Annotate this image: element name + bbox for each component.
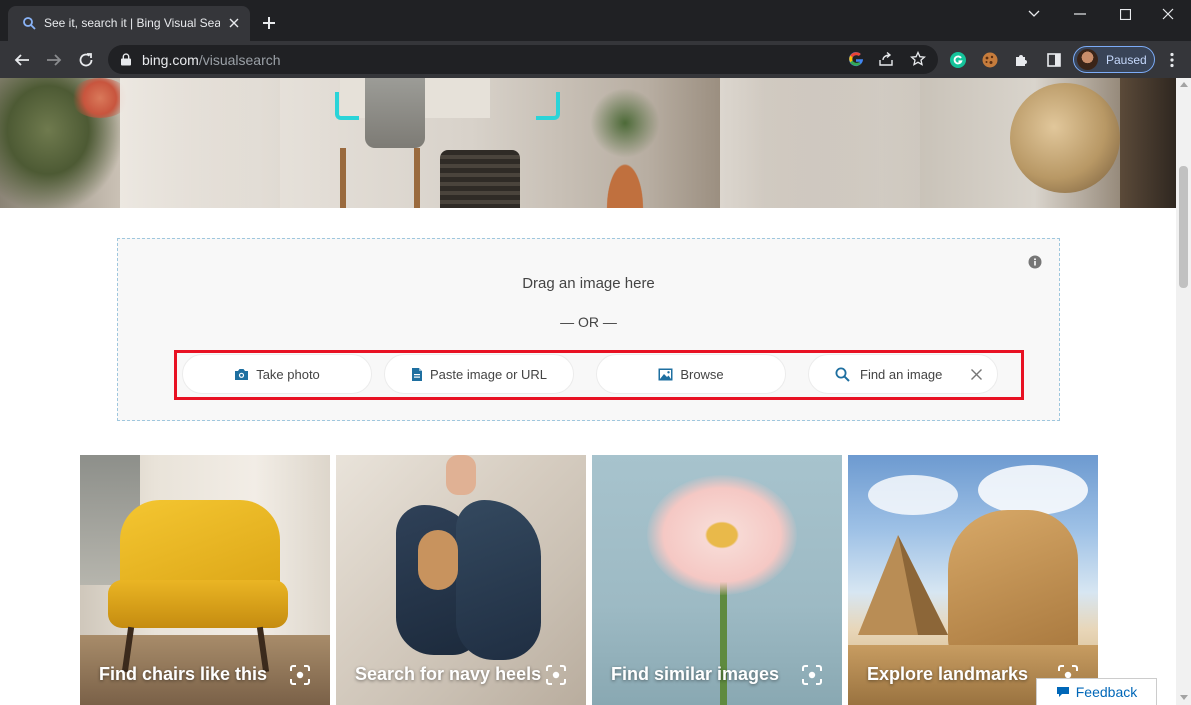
grammarly-icon[interactable] xyxy=(948,50,968,70)
extensions-puzzle-icon[interactable] xyxy=(1012,50,1032,70)
feedback-label: Feedback xyxy=(1075,684,1138,700)
card-label: Explore landmarks xyxy=(867,664,1029,684)
url-host: bing.com xyxy=(142,52,199,68)
card-label: Find similar images xyxy=(611,664,780,684)
google-icon[interactable] xyxy=(846,49,866,69)
page-viewport: Drag an image here — OR — Take photo Pas… xyxy=(0,78,1176,705)
maximize-icon[interactable] xyxy=(1102,0,1148,28)
scrollbar-thumb[interactable] xyxy=(1179,166,1188,288)
browser-toolbar: bing.com/visualsearch Paused xyxy=(0,41,1191,78)
bookmark-star-icon[interactable] xyxy=(908,49,928,69)
new-tab-icon[interactable] xyxy=(261,15,277,31)
card-image-heel-right xyxy=(456,500,541,660)
side-panel-icon[interactable] xyxy=(1044,50,1064,70)
example-card-landmarks[interactable]: Explore landmarks xyxy=(848,455,1098,705)
hero-right-shadow xyxy=(1120,78,1176,208)
card-label: Search for navy heels xyxy=(355,664,542,684)
browser-tab-strip: See it, search it | Bing Visual Search xyxy=(0,0,1191,41)
card-image-chair-seat xyxy=(108,580,288,628)
feedback-button[interactable]: Feedback xyxy=(1036,678,1157,705)
avatar xyxy=(1077,49,1098,70)
browser-tab[interactable]: See it, search it | Bing Visual Search xyxy=(8,6,250,41)
profile-status-label: Paused xyxy=(1106,53,1147,67)
tab-close-icon[interactable] xyxy=(226,15,242,31)
url-text: bing.com/visualsearch xyxy=(142,52,281,68)
tab-title: See it, search it | Bing Visual Search xyxy=(44,16,220,30)
card-image-gerbera xyxy=(647,475,797,595)
example-card-chairs[interactable]: Find chairs like this xyxy=(80,455,330,705)
example-card-flower[interactable]: Find similar images xyxy=(592,455,842,705)
cookie-extension-icon[interactable] xyxy=(980,50,1000,70)
scroll-up-arrow-icon[interactable] xyxy=(1180,82,1188,87)
hero-viewfinder-corner-left xyxy=(335,92,359,120)
card-label: Find chairs like this xyxy=(99,664,268,684)
minimize-icon[interactable] xyxy=(1057,0,1103,28)
url-path: /visualsearch xyxy=(198,52,281,68)
hero-books xyxy=(720,78,920,208)
page-scrollbar[interactable] xyxy=(1176,78,1191,705)
reload-icon[interactable] xyxy=(76,50,96,70)
info-icon[interactable] xyxy=(1028,255,1042,269)
hero-banner-image xyxy=(0,78,1176,208)
hero-plant-right xyxy=(590,88,660,158)
image-drop-zone[interactable]: Drag an image here — OR — Take photo Pas… xyxy=(117,238,1060,421)
hero-woven-basket xyxy=(440,150,520,208)
highlight-box xyxy=(174,350,1024,400)
card-image-heel-insole xyxy=(418,530,458,590)
back-icon[interactable] xyxy=(12,50,32,70)
scroll-down-arrow-icon[interactable] xyxy=(1180,695,1188,700)
example-cards: Find chairs like this Search for navy he… xyxy=(80,455,1098,705)
hero-viewfinder-corner-right xyxy=(536,92,560,120)
visual-search-lens-icon[interactable] xyxy=(290,665,310,685)
tab-search-chevron-icon[interactable] xyxy=(1011,0,1057,28)
hero-curtain xyxy=(120,78,280,208)
feedback-chat-icon xyxy=(1056,687,1069,697)
close-icon[interactable] xyxy=(1145,0,1191,28)
visual-search-lens-icon[interactable] xyxy=(546,665,566,685)
address-bar[interactable]: bing.com/visualsearch xyxy=(108,45,938,74)
hero-grey-pot xyxy=(365,78,425,148)
menu-dots-icon[interactable] xyxy=(1162,50,1182,70)
card-image-sphinx xyxy=(948,510,1078,660)
hero-globe xyxy=(1010,83,1120,193)
profile-button[interactable]: Paused xyxy=(1073,46,1155,73)
hero-plant-stand xyxy=(340,148,420,208)
visual-search-lens-icon[interactable] xyxy=(802,665,822,685)
lock-icon[interactable] xyxy=(120,53,132,66)
card-image-hand xyxy=(446,455,476,495)
bing-search-favicon-icon xyxy=(23,17,36,30)
drag-image-text: Drag an image here xyxy=(522,275,655,292)
example-card-heels[interactable]: Search for navy heels xyxy=(336,455,586,705)
forward-icon[interactable] xyxy=(44,50,64,70)
or-divider-text: — OR — xyxy=(560,314,617,330)
share-icon[interactable] xyxy=(876,49,896,69)
